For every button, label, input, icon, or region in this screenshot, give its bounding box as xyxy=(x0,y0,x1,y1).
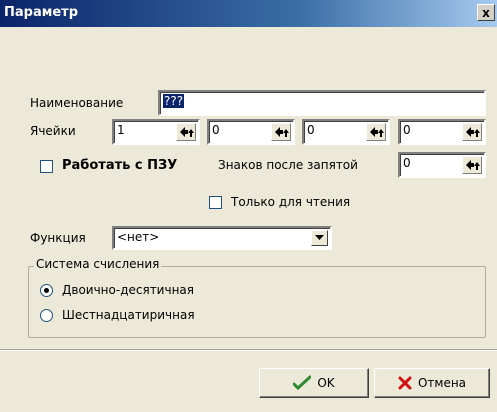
spin-arrows-icon[interactable] xyxy=(176,123,196,141)
name-value: ??? xyxy=(163,94,185,108)
decimals-value: 0 xyxy=(403,156,411,170)
cells-label: Ячейки xyxy=(30,124,76,138)
rom-checkbox[interactable] xyxy=(40,160,53,173)
rom-checkbox-label: Работать с ПЗУ xyxy=(62,158,178,173)
cell-3-spinner[interactable]: 0 xyxy=(302,119,390,145)
red-x-icon xyxy=(398,376,412,390)
numeral-system-legend: Система счисления xyxy=(34,257,162,271)
green-check-icon xyxy=(293,375,312,391)
function-value: <нет> xyxy=(117,230,160,244)
numeral-system-group xyxy=(28,266,486,338)
radio-bcd[interactable] xyxy=(40,284,53,297)
cell-4-value: 0 xyxy=(403,123,411,137)
title-bar[interactable]: Параметр x xyxy=(0,0,497,27)
cancel-label: Отмена xyxy=(417,376,467,390)
close-icon: x xyxy=(482,5,490,20)
cell-4-spinner[interactable]: 0 xyxy=(398,119,486,145)
spin-arrows-icon[interactable] xyxy=(462,123,482,141)
spin-arrows-icon[interactable] xyxy=(366,123,386,141)
spin-arrows-icon[interactable] xyxy=(462,156,482,174)
dropdown-button[interactable] xyxy=(311,230,328,246)
cell-3-value: 0 xyxy=(307,123,315,137)
cancel-button[interactable]: Отмена xyxy=(374,368,490,398)
decimals-spinner[interactable]: 0 xyxy=(398,152,486,178)
function-select[interactable]: <нет> xyxy=(112,226,332,250)
readonly-label: Только для чтения xyxy=(231,195,351,209)
name-input[interactable]: ??? xyxy=(158,90,486,116)
cell-2-spinner[interactable]: 0 xyxy=(207,119,295,145)
radio-bcd-label: Двоично-десятичная xyxy=(62,283,194,297)
cell-1-value: 1 xyxy=(117,123,125,137)
window-title: Параметр xyxy=(4,5,79,20)
readonly-checkbox[interactable] xyxy=(209,196,222,209)
name-label: Наименование xyxy=(30,96,124,110)
function-label: Функция xyxy=(30,231,86,245)
cell-1-spinner[interactable]: 1 xyxy=(112,119,200,145)
separator xyxy=(0,349,497,351)
ok-button[interactable]: OK xyxy=(259,368,369,398)
cell-2-value: 0 xyxy=(212,123,220,137)
spin-arrows-icon[interactable] xyxy=(271,123,291,141)
close-button[interactable]: x xyxy=(477,4,495,21)
chevron-down-icon xyxy=(315,235,324,240)
radio-hex-label: Шестнадцатиричная xyxy=(62,308,195,322)
ok-label: OK xyxy=(317,376,335,390)
radio-hex[interactable] xyxy=(40,309,53,322)
decimals-label: Знаков после запятой xyxy=(218,158,358,172)
